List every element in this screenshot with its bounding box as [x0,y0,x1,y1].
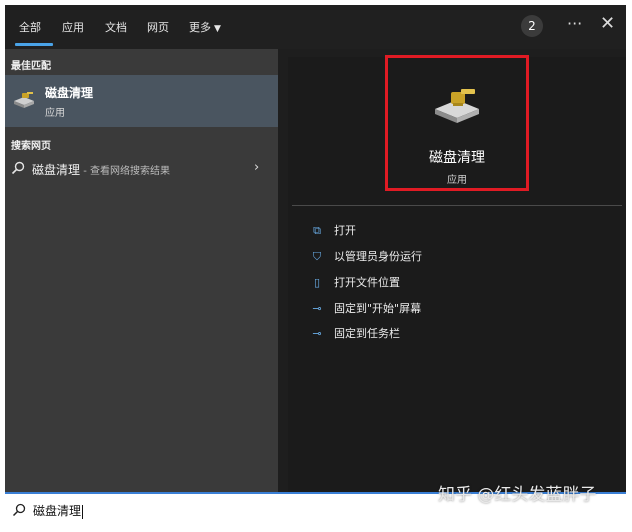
chevron-down-icon: ▼ [214,24,221,34]
best-match-item[interactable]: 磁盘清理 应用 [5,75,278,127]
web-search-text: 磁盘清理 - 查看网络搜索结果 [32,161,170,178]
action-pin-to-taskbar[interactable]: ⊸ 固定到任务栏 [310,325,400,345]
pin-icon: ⊸ [312,302,322,315]
detail-pane: 磁盘清理 应用 ⧉ 打开 ⛉ 以管理员身份运行 ▯ 打开文件位置 ⊸ 固定到"开始"屏幕… [288,55,626,492]
watermark: 知乎 @红头发蓝胖子 [438,485,597,505]
more-options-icon[interactable]: ··· [567,14,582,33]
best-match-name: 磁盘清理 [45,86,94,100]
results-list: 最佳匹配 磁盘清理 应用 搜索网页 磁盘清理 - 查看网络搜索结果 › [5,49,278,492]
action-open[interactable]: ⧉ 打开 [310,222,356,242]
best-match-type: 应用 [45,108,65,119]
chevron-right-icon[interactable]: › [254,160,259,175]
disk-cleanup-icon [14,92,34,108]
start-search-window: 全部 应用 文档 网页 更多 ▼ 2 ··· ✕ 最佳匹配 磁盘清理 应用 搜索网… [5,5,626,492]
action-pin-to-start[interactable]: ⊸ 固定到"开始"屏幕 [310,300,421,320]
action-run-as-admin[interactable]: ⛉ 以管理员身份运行 [310,248,422,268]
web-query: 磁盘清理 [32,163,81,177]
divider [292,205,622,206]
best-match-heading: 最佳匹配 [11,61,51,72]
action-label: 打开 [334,224,356,237]
pin-icon: ⊸ [312,327,322,340]
tab-more-label: 更多 [189,21,211,34]
tab-web[interactable]: 网页 [147,19,169,35]
action-label: 固定到"开始"屏幕 [334,302,422,315]
search-icon [12,503,26,517]
action-open-file-location[interactable]: ▯ 打开文件位置 [310,274,400,294]
text-caret [82,504,84,519]
close-icon[interactable]: ✕ [600,13,615,34]
tab-apps[interactable]: 应用 [62,19,84,35]
tab-all[interactable]: 全部 [19,19,41,35]
action-label: 打开文件位置 [334,276,400,289]
web-search-result[interactable]: 磁盘清理 - 查看网络搜索结果 › [5,155,278,183]
action-label: 以管理员身份运行 [334,250,422,263]
open-icon: ⧉ [313,224,321,237]
notification-badge[interactable]: 2 [521,15,543,37]
folder-location-icon: ▯ [313,276,321,289]
search-input-value: 磁盘清理 [33,504,82,518]
search-input[interactable]: 磁盘清理 [33,502,84,519]
web-search-heading: 搜索网页 [11,141,51,152]
tab-documents[interactable]: 文档 [105,19,127,35]
web-query-suffix: - 查看网络搜索结果 [80,166,170,177]
active-tab-indicator [15,43,53,46]
shield-run-icon: ⛉ [312,250,322,263]
action-label: 固定到任务栏 [334,327,400,340]
search-icon [11,161,25,175]
highlight-box [385,55,529,191]
tab-more[interactable]: 更多 ▼ [189,19,221,35]
top-bar: 全部 应用 文档 网页 更多 ▼ 2 ··· ✕ [5,5,626,49]
